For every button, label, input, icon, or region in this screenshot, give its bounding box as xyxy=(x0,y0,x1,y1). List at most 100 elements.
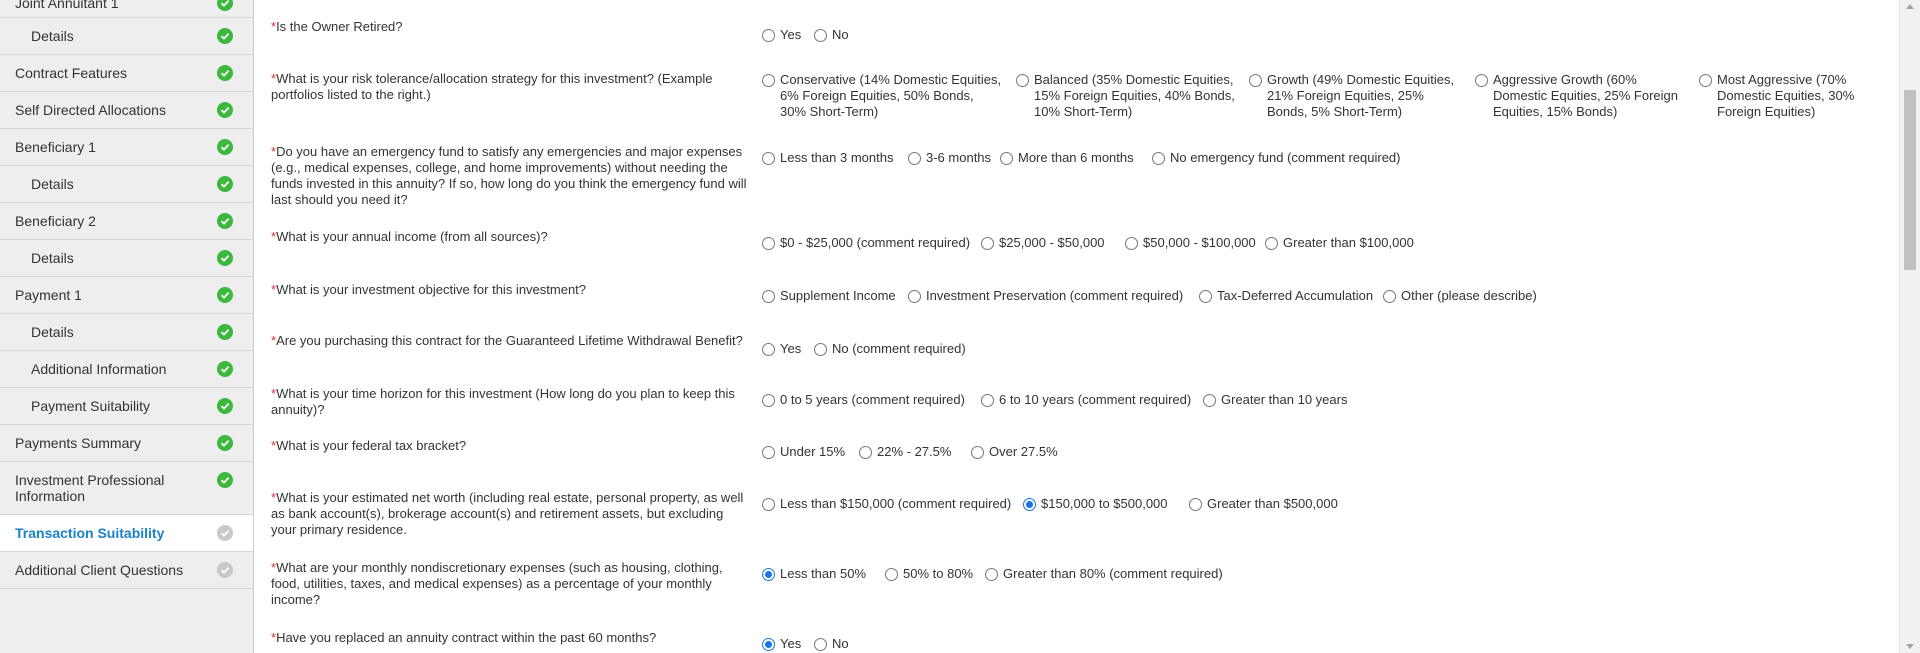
radio-option[interactable]: Less than 3 months xyxy=(762,150,893,166)
radio-option-label: Greater than 10 years xyxy=(1221,392,1348,407)
radio-button[interactable] xyxy=(859,446,872,459)
question-text: What is your time horizon for this inves… xyxy=(271,386,735,417)
radio-button[interactable] xyxy=(814,343,827,356)
radio-option[interactable]: No xyxy=(814,27,849,43)
radio-button[interactable] xyxy=(1016,74,1029,87)
sidebar-item-transaction-suitability[interactable]: Transaction Suitability xyxy=(0,515,253,552)
radio-button[interactable] xyxy=(1199,290,1212,303)
radio-button-selected[interactable] xyxy=(762,568,775,581)
sidebar-item-payment-1-details[interactable]: Details xyxy=(0,314,253,351)
radio-button[interactable] xyxy=(762,74,775,87)
radio-option[interactable]: 22% - 27.5% xyxy=(859,444,951,460)
radio-button[interactable] xyxy=(1699,74,1712,87)
radio-option[interactable]: Yes xyxy=(762,636,801,652)
radio-button[interactable] xyxy=(1249,74,1262,87)
sidebar-item-contract-features[interactable]: Contract Features xyxy=(0,55,253,92)
radio-option[interactable]: $25,000 - $50,000 xyxy=(981,235,1105,251)
radio-option[interactable]: $150,000 to $500,000 xyxy=(1023,496,1168,512)
radio-option[interactable]: Yes xyxy=(762,341,801,357)
sidebar-item-payment-1[interactable]: Payment 1 xyxy=(0,277,253,314)
radio-button[interactable] xyxy=(762,498,775,511)
radio-option[interactable]: Other (please describe) xyxy=(1383,288,1537,304)
radio-button[interactable] xyxy=(1000,152,1013,165)
scroll-up-arrow-icon[interactable] xyxy=(1906,4,1914,9)
radio-button[interactable] xyxy=(762,394,775,407)
radio-option[interactable]: Less than 50% xyxy=(762,566,866,582)
radio-button[interactable] xyxy=(885,568,898,581)
radio-option[interactable]: No (comment required) xyxy=(814,341,966,357)
radio-option[interactable]: No emergency fund (comment required) xyxy=(1152,150,1401,166)
radio-option-label: Greater than $100,000 xyxy=(1283,235,1414,250)
radio-option[interactable]: $50,000 - $100,000 xyxy=(1125,235,1256,251)
radio-option-label: Tax-Deferred Accumulation xyxy=(1217,288,1374,303)
radio-option[interactable]: Greater than 10 years xyxy=(1203,392,1347,408)
radio-button[interactable] xyxy=(762,290,775,303)
sidebar-item-payments-summary[interactable]: Payments Summary xyxy=(0,425,253,462)
radio-button-selected[interactable] xyxy=(1023,498,1036,511)
radio-option-label: Aggressive Growth (60% Domestic Equities… xyxy=(1493,72,1678,119)
radio-button[interactable] xyxy=(762,343,775,356)
radio-option[interactable]: Greater than 80% (comment required) xyxy=(985,566,1223,582)
radio-option[interactable]: Conservative (14% Domestic Equities, 6% … xyxy=(762,72,1002,120)
radio-option[interactable]: Growth (49% Domestic Equities, 21% Forei… xyxy=(1249,72,1467,120)
radio-option[interactable]: 0 to 5 years (comment required) xyxy=(762,392,965,408)
radio-option[interactable]: 6 to 10 years (comment required) xyxy=(981,392,1191,408)
radio-button[interactable] xyxy=(1152,152,1165,165)
radio-button[interactable] xyxy=(981,394,994,407)
radio-button[interactable] xyxy=(762,446,775,459)
radio-option[interactable]: Greater than $500,000 xyxy=(1189,496,1338,512)
radio-button[interactable] xyxy=(1475,74,1488,87)
sidebar-item-payment-additional-information[interactable]: Additional Information xyxy=(0,351,253,388)
sidebar-item-payment-suitability[interactable]: Payment Suitability xyxy=(0,388,253,425)
radio-option-label: No xyxy=(832,636,849,651)
radio-option[interactable]: Under 15% xyxy=(762,444,845,460)
radio-button[interactable] xyxy=(814,638,827,651)
sidebar-item-beneficiary-2-details[interactable]: Details xyxy=(0,240,253,277)
radio-button[interactable] xyxy=(985,568,998,581)
sidebar-item-beneficiary-2[interactable]: Beneficiary 2 xyxy=(0,203,253,240)
radio-option[interactable]: $0 - $25,000 (comment required) xyxy=(762,235,970,251)
radio-option[interactable]: Less than $150,000 (comment required) xyxy=(762,496,1011,512)
radio-option[interactable]: No xyxy=(814,636,849,652)
radio-option[interactable]: Supplement Income xyxy=(762,288,896,304)
complete-check-icon xyxy=(217,0,233,11)
sidebar-item-self-directed-allocations[interactable]: Self Directed Allocations xyxy=(0,92,253,129)
radio-button[interactable] xyxy=(762,237,775,250)
radio-option[interactable]: Most Aggressive (70% Domestic Equities, … xyxy=(1699,72,1864,120)
sidebar-item-beneficiary-1[interactable]: Beneficiary 1 xyxy=(0,129,253,166)
radio-button[interactable] xyxy=(1265,237,1278,250)
radio-option[interactable]: More than 6 months xyxy=(1000,150,1134,166)
radio-button[interactable] xyxy=(908,290,921,303)
vertical-scrollbar[interactable] xyxy=(1899,0,1920,653)
radio-button[interactable] xyxy=(981,237,994,250)
radio-button[interactable] xyxy=(908,152,921,165)
radio-option[interactable]: Yes xyxy=(762,27,801,43)
radio-button[interactable] xyxy=(1189,498,1202,511)
radio-option[interactable]: Aggressive Growth (60% Domestic Equities… xyxy=(1475,72,1690,120)
radio-option[interactable]: Over 27.5% xyxy=(971,444,1058,460)
radio-button[interactable] xyxy=(1203,394,1216,407)
sidebar-item-investment-professional-information[interactable]: Investment Professional Information xyxy=(0,462,253,515)
radio-option[interactable]: Investment Preservation (comment require… xyxy=(908,288,1183,304)
radio-option-label: Greater than $500,000 xyxy=(1207,496,1338,511)
radio-option[interactable]: Greater than $100,000 xyxy=(1265,235,1414,251)
radio-button[interactable] xyxy=(971,446,984,459)
sidebar-item-joint-annuitant-details[interactable]: Details xyxy=(0,18,253,55)
sidebar-item-additional-client-questions[interactable]: Additional Client Questions xyxy=(0,552,253,589)
radio-option[interactable]: 50% to 80% xyxy=(885,566,973,582)
scroll-down-arrow-icon[interactable] xyxy=(1906,644,1914,649)
radio-option-label: Growth (49% Domestic Equities, 21% Forei… xyxy=(1267,72,1455,119)
sidebar-item-beneficiary-1-details[interactable]: Details xyxy=(0,166,253,203)
radio-button[interactable] xyxy=(814,29,827,42)
radio-button[interactable] xyxy=(762,152,775,165)
radio-button-selected[interactable] xyxy=(762,638,775,651)
scrollbar-thumb[interactable] xyxy=(1904,90,1916,270)
radio-button[interactable] xyxy=(1383,290,1396,303)
radio-button[interactable] xyxy=(1125,237,1138,250)
radio-button[interactable] xyxy=(762,29,775,42)
sidebar-item-joint-annuitant-1[interactable]: Joint Annuitant 1 xyxy=(0,0,253,18)
complete-check-icon xyxy=(217,435,233,451)
radio-option[interactable]: Balanced (35% Domestic Equities, 15% For… xyxy=(1016,72,1241,120)
radio-option[interactable]: Tax-Deferred Accumulation xyxy=(1199,288,1373,304)
radio-option[interactable]: 3-6 months xyxy=(908,150,991,166)
